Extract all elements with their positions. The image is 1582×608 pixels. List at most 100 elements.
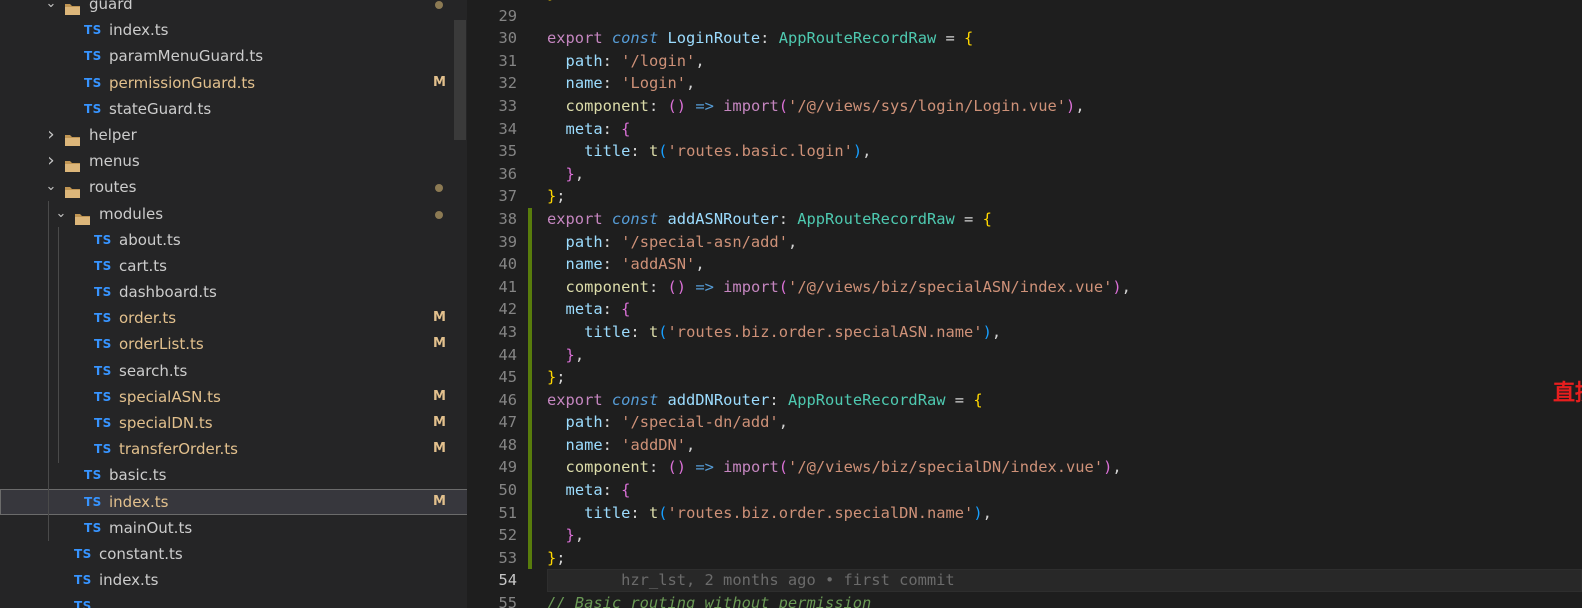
line-number: 37 (498, 187, 517, 206)
tree-file[interactable]: TS orderList.ts M (0, 331, 467, 357)
code-token: name (565, 74, 603, 93)
code-line[interactable]: 44 }, (468, 343, 1582, 367)
tree-folder[interactable]: ⌄ routes (0, 174, 467, 200)
line-number: 38 (498, 209, 517, 228)
code-line[interactable]: 47 path: '/special-dn/add', (468, 411, 1582, 434)
code-token: : (602, 435, 622, 454)
tree-file[interactable]: TS specialASN.ts M (0, 384, 467, 410)
code-line[interactable]: 49 component: () => import('/@/views/biz… (468, 456, 1582, 480)
tree-file[interactable]: TS search.ts (0, 358, 467, 384)
tree-folder[interactable]: ⌄ guard (0, 0, 467, 17)
tree-item-label: mainOut.ts (109, 518, 193, 537)
code-line[interactable]: 40 name: 'addASN', (468, 253, 1582, 276)
code-token: , (982, 503, 992, 522)
git-added-gutter-marker (528, 501, 532, 525)
tree-file[interactable]: TS dashboard.ts (0, 279, 467, 305)
tree-file[interactable]: TS specialDN.ts M (0, 410, 467, 436)
tree-file[interactable]: TS constant.ts (0, 541, 467, 567)
code-line[interactable]: 50 meta: { (468, 479, 1582, 502)
code-token: '/login' (621, 51, 696, 70)
typescript-file-icon: TS (94, 416, 112, 430)
code-line[interactable]: 32 name: 'Login', (468, 72, 1582, 95)
typescript-file-icon: TS (84, 49, 102, 64)
code-token: ) (1103, 458, 1113, 477)
code-token: : (602, 74, 622, 93)
code-line[interactable]: 54 hzr_lst, 2 months ago • first commit (468, 569, 1582, 593)
tree-file[interactable]: TS about.ts (0, 227, 467, 253)
code-line[interactable]: 30 export const LoginRoute: AppRouteRecor… (468, 27, 1582, 50)
code-line[interactable]: 39 path: '/special-asn/add', (468, 230, 1582, 254)
typescript-file-icon: TS (94, 337, 112, 352)
folder-icon (74, 208, 91, 225)
code-token: '/@/views/biz/specialDN/index.vue' (788, 458, 1104, 477)
tree-file[interactable]: TS stateGuard.ts (0, 96, 467, 122)
code-line[interactable]: 46 export const addDNRouter: AppRouteReco… (468, 388, 1582, 412)
git-added-gutter-marker (528, 343, 532, 367)
code-token: } (547, 368, 557, 387)
tree-item-label: menus (89, 152, 140, 171)
code-token: : (630, 322, 649, 341)
code-token: 'routes.biz.order.specialASN.name' (667, 322, 983, 341)
folder-icon (64, 0, 81, 15)
tree-file[interactable]: TS permissionGuard.ts M (0, 70, 467, 96)
code-line[interactable]: 29 (468, 5, 1582, 28)
code-line[interactable]: 51 title: t('routes.biz.order.specialDN.… (468, 501, 1582, 525)
code-line[interactable]: 36 }, (468, 163, 1582, 186)
chevron-right-icon[interactable]: › (44, 148, 58, 174)
tree-file[interactable]: TS index.ts M (0, 488, 467, 515)
code-token: ) (982, 322, 992, 341)
code-line[interactable]: 55 // Basic routing without permission (468, 592, 1582, 608)
tree-file[interactable]: TS index.ts (0, 567, 467, 593)
code-text: }, (547, 344, 585, 367)
code-line[interactable]: 45}; (468, 366, 1582, 389)
tree-file[interactable]: TS mainOut.ts (0, 515, 467, 541)
git-blame-annotation: hzr_lst, 2 months ago • first commit (547, 571, 955, 590)
code-token: ; (556, 368, 566, 387)
code-token: ; (556, 548, 566, 567)
code-token: , (778, 413, 788, 432)
tree-file[interactable]: TS basic.ts (0, 462, 467, 488)
tree-file[interactable]: TS cart.ts (0, 253, 467, 279)
tree-folder[interactable]: › helper (0, 122, 467, 148)
code-line[interactable]: 43 title: t('routes.biz.order.specialASN… (468, 320, 1582, 344)
code-token: { (621, 300, 631, 319)
tree-file[interactable]: TS index.ts (0, 17, 467, 43)
line-number: 53 (498, 548, 517, 567)
code-line[interactable]: 53}; (468, 546, 1582, 570)
chevron-down-icon[interactable]: ⌄ (54, 201, 68, 227)
tree-folder[interactable]: › menus (0, 148, 467, 174)
code-line[interactable]: 31 path: '/login', (468, 50, 1582, 73)
code-token: ( (658, 142, 668, 161)
code-line[interactable]: 42 meta: { (468, 298, 1582, 321)
chevron-down-icon[interactable]: ⌄ (44, 174, 58, 200)
code-line[interactable]: 35 title: t('routes.basic.login'), (468, 140, 1582, 163)
code-line[interactable]: 37}; (468, 185, 1582, 208)
code-line[interactable]: 52 }, (468, 524, 1582, 547)
tree-file[interactable]: TS (0, 593, 467, 608)
code-token: = (945, 390, 974, 409)
typescript-file-icon: TS (74, 599, 92, 608)
tree-file[interactable]: TS order.ts M (0, 305, 467, 331)
tree-file[interactable]: TS transferOrder.ts M (0, 436, 467, 462)
chevron-down-icon[interactable]: ⌄ (44, 0, 58, 17)
code-line[interactable]: 34 meta: { (468, 118, 1582, 141)
sidebar-scrollbar[interactable] (454, 20, 466, 140)
code-text: name: 'addASN', (547, 253, 705, 276)
chevron-right-icon[interactable]: › (44, 122, 58, 148)
git-modified-badge: M (433, 441, 446, 457)
code-text: meta: { (547, 298, 631, 321)
modified-dot-icon (435, 210, 443, 219)
code-token: : (602, 119, 622, 138)
tree-file[interactable]: TS paramMenuGuard.ts (0, 43, 467, 69)
code-line[interactable]: 41 component: () => import('/@/views/biz… (468, 275, 1582, 299)
code-editor[interactable]: }; 29 30 export const LoginRoute: AppRouteR… (468, 0, 1582, 608)
code-text: }; (547, 185, 566, 208)
line-number: 45 (498, 368, 517, 387)
tree-folder[interactable]: ⌄ modules (0, 201, 467, 227)
tree-item-label: basic.ts (109, 466, 167, 485)
code-line[interactable]: 48 name: 'addDN', (468, 433, 1582, 457)
code-line[interactable]: 33 component: () => import('/@/views/sys… (468, 95, 1582, 118)
code-line[interactable]: 38 export const addASNRouter: AppRouteRec… (468, 207, 1582, 231)
